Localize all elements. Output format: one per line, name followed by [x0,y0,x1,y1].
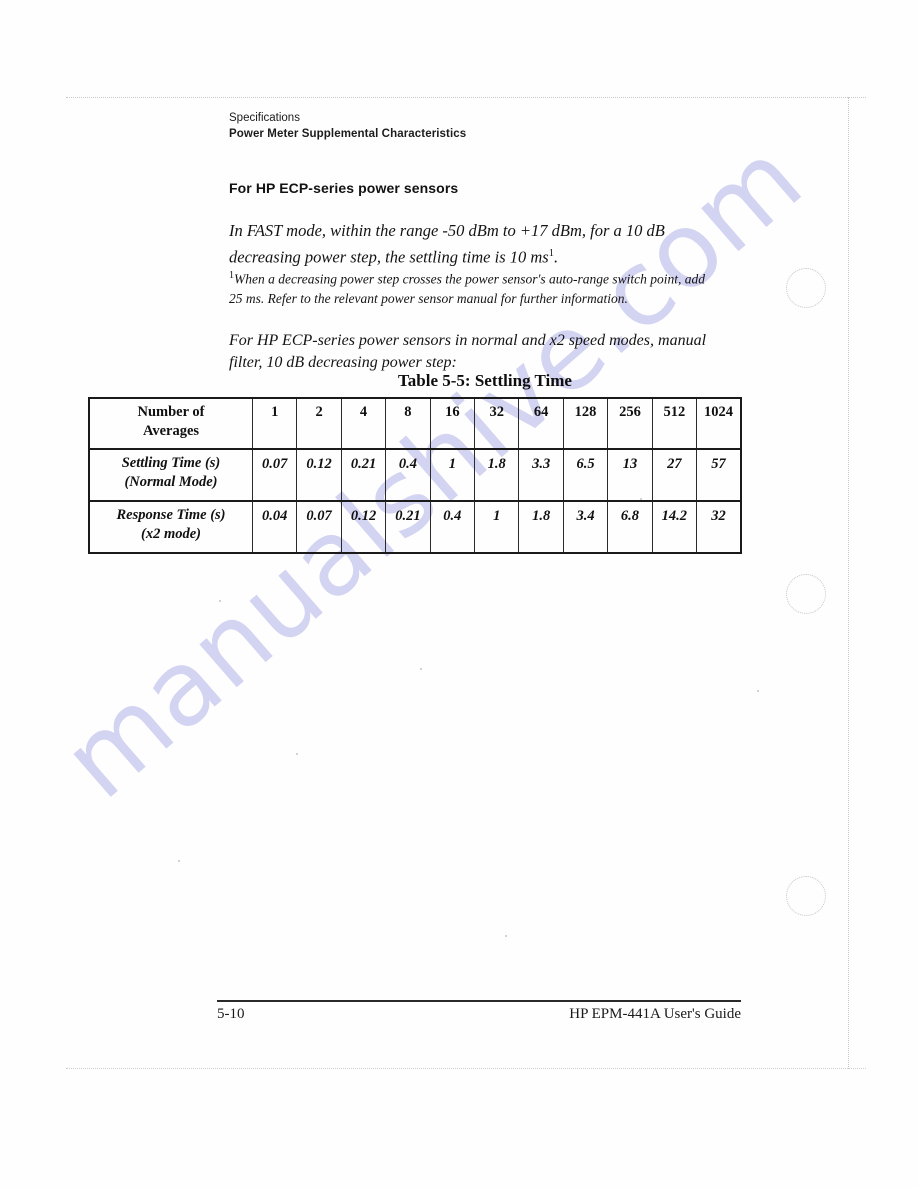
cell-averages-6: 64 [518,397,564,450]
footnote-text: When a decreasing power step crosses the… [229,271,705,306]
cell-averages-10: 1024 [696,397,742,450]
cell-response-0: 0.04 [251,500,298,554]
row-label-line1: Settling Time (s) [121,455,221,471]
cell-averages-2: 4 [340,397,387,450]
row-label-number-of-averages: Number of Averages [88,397,253,450]
running-head: Specifications Power Meter Supplemental … [229,110,466,142]
table-row: Settling Time (s) (Normal Mode) 0.07 0.1… [88,448,742,502]
cell-response-7: 3.4 [562,500,609,554]
footer-guide-title: HP EPM-441A User's Guide [569,1006,741,1022]
cell-response-3: 0.21 [385,500,431,554]
row-label-line1: Response Time (s) [116,507,226,523]
row-label-line2: Averages [142,423,200,439]
cell-settling-4: 1 [429,448,476,502]
settling-time-table: Number of Averages 1 2 4 8 16 32 64 128 … [88,397,742,554]
cell-averages-3: 8 [385,397,431,450]
cell-averages-5: 32 [474,397,520,450]
cell-response-8: 6.8 [607,500,653,554]
cell-settling-1: 0.12 [296,448,342,502]
cell-settling-0: 0.07 [251,448,298,502]
footer-page-number: 5-10 [217,1006,245,1022]
cell-response-6: 1.8 [518,500,564,554]
cell-averages-8: 256 [607,397,653,450]
section-heading: For HP ECP-series power sensors [229,180,459,196]
row-label-line2: (x2 mode) [141,526,201,542]
row-label-line2: (Normal Mode) [124,474,218,490]
row-label-response-time-x2-mode: Response Time (s) (x2 mode) [88,500,253,554]
table-row: Number of Averages 1 2 4 8 16 32 64 128 … [88,397,742,450]
table-row: Response Time (s) (x2 mode) 0.04 0.07 0.… [88,500,742,554]
cell-response-10: 32 [696,500,742,554]
cell-settling-6: 3.3 [518,448,564,502]
settling-time-table-wrapper: Number of Averages 1 2 4 8 16 32 64 128 … [88,397,742,554]
cell-response-4: 0.4 [429,500,476,554]
paragraph-main: In FAST mode, within the range -50 dBm t… [229,219,709,269]
footer-divider [217,1000,741,1002]
paragraph-main-text: In FAST mode, within the range -50 dBm t… [229,221,665,267]
cell-response-9: 14.2 [651,500,698,554]
cell-response-5: 1 [474,500,520,554]
paragraph-main-period: . [553,247,559,267]
cell-averages-4: 16 [429,397,476,450]
cell-settling-2: 0.21 [340,448,387,502]
cell-averages-0: 1 [251,397,298,450]
cell-averages-9: 512 [651,397,698,450]
running-head-section: Specifications [229,112,300,124]
cell-settling-5: 1.8 [474,448,520,502]
running-head-subsection: Power Meter Supplemental Characteristics [229,128,467,140]
page-content: Specifications Power Meter Supplemental … [0,0,918,1188]
row-label-settling-time-normal-mode: Settling Time (s) (Normal Mode) [88,448,253,502]
cell-response-1: 0.07 [296,500,342,554]
cell-response-2: 0.12 [340,500,387,554]
cell-settling-9: 27 [651,448,698,502]
cell-averages-7: 128 [562,397,609,450]
document-page: manualshive.com Specifications Power Met… [0,0,918,1188]
cell-settling-8: 13 [607,448,653,502]
cell-settling-3: 0.4 [385,448,431,502]
cell-settling-10: 57 [696,448,742,502]
footnote: 1When a decreasing power step crosses th… [229,266,707,308]
cell-settling-7: 6.5 [562,448,609,502]
table-caption: Table 5-5: Settling Time [398,371,572,390]
cell-averages-1: 2 [296,397,342,450]
row-label-line1: Number of [137,404,205,420]
paragraph-table-intro: For HP ECP-series power sensors in norma… [229,332,707,371]
